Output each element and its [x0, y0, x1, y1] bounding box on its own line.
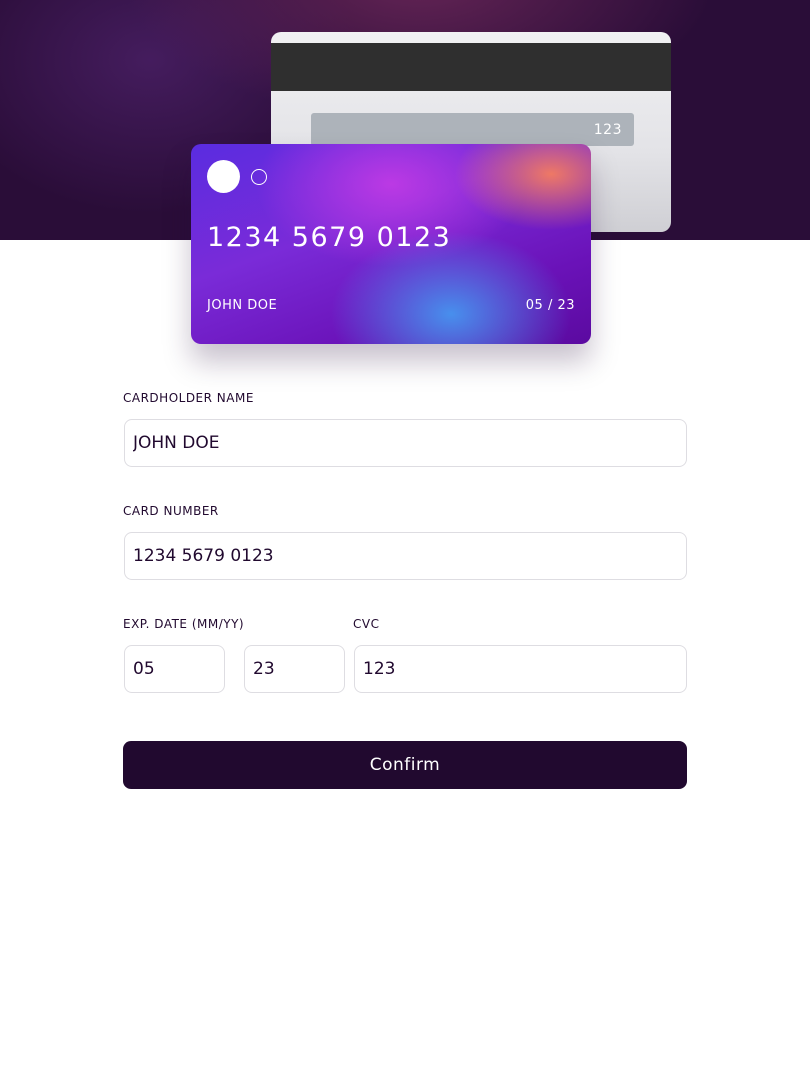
card-logo-circle-icon	[207, 160, 240, 193]
magnetic-stripe	[271, 43, 671, 91]
confirm-button[interactable]: Confirm	[123, 741, 687, 789]
card-number-display: 1234 5679 0123	[207, 222, 452, 253]
exp-date-label: EXP. DATE (MM/YY)	[123, 617, 245, 631]
cardholder-name-input[interactable]	[124, 419, 687, 467]
card-logo-ring-icon	[251, 169, 267, 185]
exp-year-input[interactable]	[244, 645, 345, 693]
card-holder-display: JOHN DOE	[207, 298, 278, 313]
card-number-input[interactable]	[124, 532, 687, 580]
card-number-label: CARD NUMBER	[123, 504, 219, 518]
card-front: 1234 5679 0123 JOHN DOE 05 / 23	[191, 144, 591, 344]
card-expiry-display: 05 / 23	[525, 298, 575, 313]
exp-month-input[interactable]	[124, 645, 225, 693]
cvc-label: CVC	[353, 617, 380, 631]
signature-strip: 123	[311, 113, 634, 146]
cardholder-name-label: CARDHOLDER NAME	[123, 391, 254, 405]
card-back-cvc: 123	[593, 121, 622, 138]
cvc-input[interactable]	[354, 645, 687, 693]
